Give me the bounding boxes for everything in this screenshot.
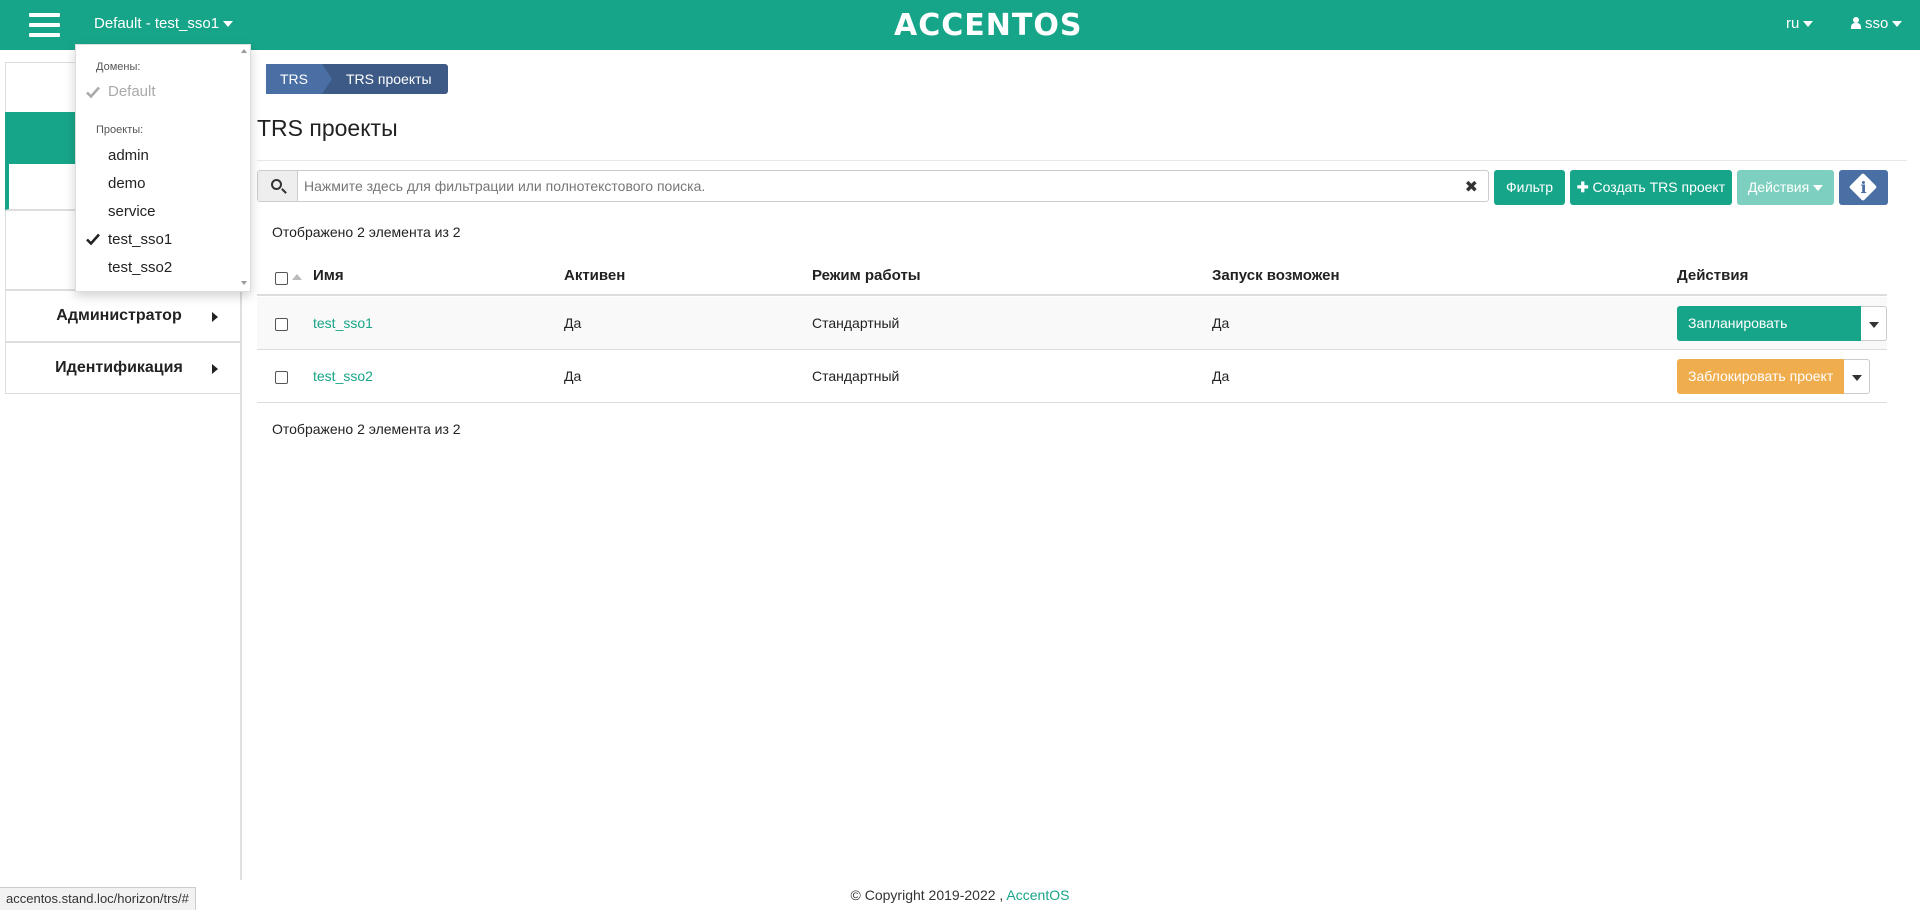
dropdown-domain-default: Default: [108, 83, 156, 100]
check-icon: [86, 232, 100, 246]
project-switcher-label: Default - test_sso1: [94, 15, 220, 32]
brand-logo: ACCENTOS: [894, 8, 1083, 43]
row-name-link[interactable]: test_sso1: [313, 315, 373, 331]
item-count-top: Отображено 2 элемента из 2: [272, 224, 461, 240]
row-action-group: Запланировать действие: [1677, 306, 1887, 366]
row-mode: Стандартный: [812, 315, 900, 331]
row-checkbox[interactable]: [275, 371, 288, 384]
close-icon[interactable]: ✖: [1465, 177, 1478, 197]
divider: [257, 160, 1907, 161]
chevron-down-icon: [223, 21, 234, 28]
row-active: Да: [564, 368, 582, 384]
info-button[interactable]: i: [1839, 170, 1888, 205]
copyright-text: © Copyright 2019-2022 ,: [850, 887, 1004, 903]
column-header-mode[interactable]: Режим работы: [812, 267, 921, 284]
row-name-link[interactable]: test_sso2: [313, 368, 373, 384]
row-action-dropdown-toggle[interactable]: [1844, 359, 1871, 394]
table-row: test_sso1 Да Стандартный Да Запланироват…: [257, 297, 1887, 366]
column-header-active[interactable]: Активен: [564, 267, 625, 284]
chevron-right-icon: [212, 364, 218, 374]
row-action-dropdown-toggle[interactable]: [1861, 306, 1887, 341]
block-project-button[interactable]: Заблокировать проект: [1677, 359, 1845, 394]
table-row: test_sso2 Да Стандартный Да Заблокироват…: [257, 350, 1887, 403]
language-switcher[interactable]: ru: [1786, 15, 1814, 32]
dropdown-project-service[interactable]: service: [108, 203, 156, 220]
row-launch: Да: [1212, 315, 1230, 331]
chevron-down-icon: [1892, 21, 1903, 28]
dropdown-project-demo[interactable]: demo: [108, 175, 146, 192]
language-label: ru: [1786, 15, 1800, 32]
search-bar: ✖: [257, 170, 1489, 202]
plus-icon: ✚: [1576, 179, 1589, 195]
chevron-down-icon: [1869, 322, 1880, 328]
scroll-down-icon[interactable]: [241, 281, 247, 285]
sidebar-item-label: Администратор: [56, 307, 182, 324]
item-count-bottom: Отображено 2 элемента из 2: [272, 421, 461, 437]
row-checkbox[interactable]: [275, 318, 288, 331]
select-all-checkbox[interactable]: [275, 272, 288, 285]
top-navbar: Default - test_sso1 ACCENTOS ru sso: [0, 0, 1920, 50]
actions-button-label: Действия: [1747, 179, 1810, 195]
column-header-actions: Действия: [1677, 267, 1749, 284]
user-icon: [1851, 17, 1861, 29]
schedule-action-button[interactable]: Запланировать действие: [1677, 306, 1862, 366]
scroll-up-icon[interactable]: [241, 49, 247, 53]
breadcrumb-trs-projects: TRS проекты: [322, 64, 448, 94]
project-dropdown-menu: Домены: Default Проекты: admin demo serv…: [75, 44, 251, 292]
filter-button[interactable]: Фильтр: [1494, 170, 1565, 205]
domains-header: Домены:: [96, 61, 141, 73]
chevron-down-icon: [1813, 185, 1824, 192]
search-button[interactable]: [258, 171, 298, 201]
sidebar-item-identity[interactable]: Идентификация: [5, 342, 241, 394]
sort-up-icon[interactable]: [292, 274, 302, 280]
user-menu[interactable]: sso: [1851, 15, 1903, 32]
row-mode: Стандартный: [812, 368, 900, 384]
dropdown-project-admin[interactable]: admin: [108, 147, 149, 164]
hamburger-menu-icon[interactable]: [29, 13, 60, 39]
chevron-down-icon: [1803, 21, 1814, 28]
page-title: TRS проекты: [257, 115, 398, 141]
create-trs-project-button[interactable]: ✚ Создать TRS проект: [1570, 170, 1732, 205]
search-input[interactable]: [302, 171, 1442, 201]
row-action-group: Заблокировать проект: [1677, 359, 1871, 394]
search-icon: [271, 179, 282, 190]
breadcrumb-trs[interactable]: TRS: [266, 64, 332, 94]
table-header: Имя Активен Режим работы Запуск возможен…: [257, 262, 1887, 296]
row-launch: Да: [1212, 368, 1230, 384]
column-header-name[interactable]: Имя: [313, 267, 344, 284]
sidebar-item-admin[interactable]: Администратор: [5, 290, 241, 342]
accentos-link[interactable]: AccentOS: [1006, 887, 1069, 903]
chevron-down-icon: [1852, 375, 1863, 381]
status-bar-url: accentos.stand.loc/horizon/trs/#: [0, 887, 196, 910]
check-icon: [86, 85, 100, 99]
create-button-label: Создать TRS проект: [1592, 179, 1726, 195]
user-label: sso: [1865, 15, 1889, 32]
actions-dropdown-button[interactable]: Действия: [1737, 170, 1834, 205]
footer: © Copyright 2019-2022 , AccentOS: [0, 887, 1920, 903]
project-switcher[interactable]: Default - test_sso1: [94, 15, 234, 32]
chevron-right-icon: [212, 312, 218, 322]
column-header-launch[interactable]: Запуск возможен: [1212, 267, 1340, 284]
row-active: Да: [564, 315, 582, 331]
breadcrumb: TRS TRS проекты: [266, 64, 448, 94]
projects-header: Проекты:: [96, 124, 144, 136]
dropdown-project-test-sso2[interactable]: test_sso2: [108, 259, 172, 276]
sidebar-item-label: Идентификация: [55, 359, 183, 376]
dropdown-project-test-sso1[interactable]: test_sso1: [108, 231, 172, 248]
